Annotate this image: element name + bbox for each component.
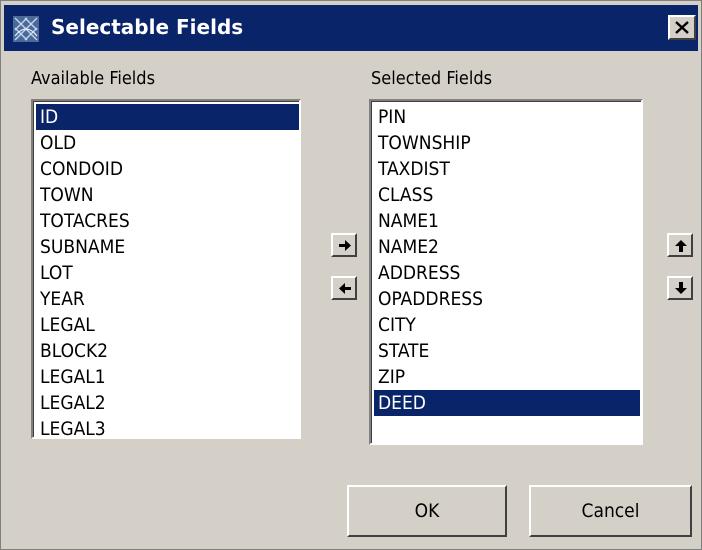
list-item[interactable]: STATE: [374, 338, 640, 364]
list-item[interactable]: TOWN: [36, 182, 299, 208]
list-item[interactable]: CITY: [374, 312, 640, 338]
list-item[interactable]: NAME2: [374, 234, 640, 260]
list-item[interactable]: CONDOID: [36, 156, 299, 182]
list-item[interactable]: DEED: [374, 390, 640, 416]
list-item[interactable]: LOT: [36, 260, 299, 286]
list-item[interactable]: LEGAL: [36, 312, 299, 338]
selected-fields-label: Selected Fields: [371, 68, 493, 89]
list-item[interactable]: ZIP: [374, 364, 640, 390]
list-item[interactable]: TOTACRES: [36, 208, 299, 234]
list-item[interactable]: BLOCK2: [36, 338, 299, 364]
list-item[interactable]: OLD: [36, 130, 299, 156]
list-item[interactable]: PIN: [374, 104, 640, 130]
move-up-button[interactable]: [667, 233, 693, 257]
list-item[interactable]: ADDRESS: [374, 260, 640, 286]
close-button[interactable]: [668, 15, 696, 40]
arrow-down-icon: [675, 282, 687, 294]
list-item[interactable]: ID: [36, 104, 299, 130]
arrow-right-icon: [339, 240, 351, 251]
list-item[interactable]: SUBNAME: [36, 234, 299, 260]
add-field-button[interactable]: [331, 233, 357, 257]
arrow-up-icon: [675, 240, 687, 252]
selected-fields-listbox[interactable]: PIN TOWNSHIP TAXDIST CLASS NAME1 NAME2 ADDRESS…: [369, 99, 643, 445]
move-down-button[interactable]: [667, 276, 693, 300]
list-item[interactable]: LEGAL1: [36, 364, 299, 390]
list-item[interactable]: CLASS: [374, 182, 640, 208]
window-title: Selectable Fields: [51, 15, 244, 39]
list-item[interactable]: OPADDRESS: [374, 286, 640, 312]
list-item[interactable]: TAXDIST: [374, 156, 640, 182]
available-fields-listbox[interactable]: ID OLD CONDOID TOWN TOTACRES SUBNAME LOT YEAR LE…: [31, 99, 301, 439]
arrow-left-icon: [339, 283, 351, 294]
cancel-button[interactable]: Cancel: [529, 485, 692, 537]
list-item[interactable]: TOWNSHIP: [374, 130, 640, 156]
remove-field-button[interactable]: [331, 276, 357, 300]
selected-fields-items: PIN TOWNSHIP TAXDIST CLASS NAME1 NAME2 ADDRESS…: [374, 104, 640, 416]
available-fields-items: ID OLD CONDOID TOWN TOTACRES SUBNAME LOT YEAR LE…: [36, 104, 299, 437]
list-item[interactable]: LEGAL3: [36, 416, 299, 437]
title-bar[interactable]: Selectable Fields: [4, 5, 698, 51]
app-globe-icon: [13, 16, 39, 42]
list-item[interactable]: YEAR: [36, 286, 299, 312]
selectable-fields-dialog: Selectable Fields Available Fields Selec…: [0, 0, 702, 550]
close-icon: [675, 21, 689, 34]
list-item[interactable]: NAME1: [374, 208, 640, 234]
list-item[interactable]: LEGAL2: [36, 390, 299, 416]
ok-button[interactable]: OK: [347, 485, 507, 537]
available-fields-label: Available Fields: [31, 68, 156, 89]
